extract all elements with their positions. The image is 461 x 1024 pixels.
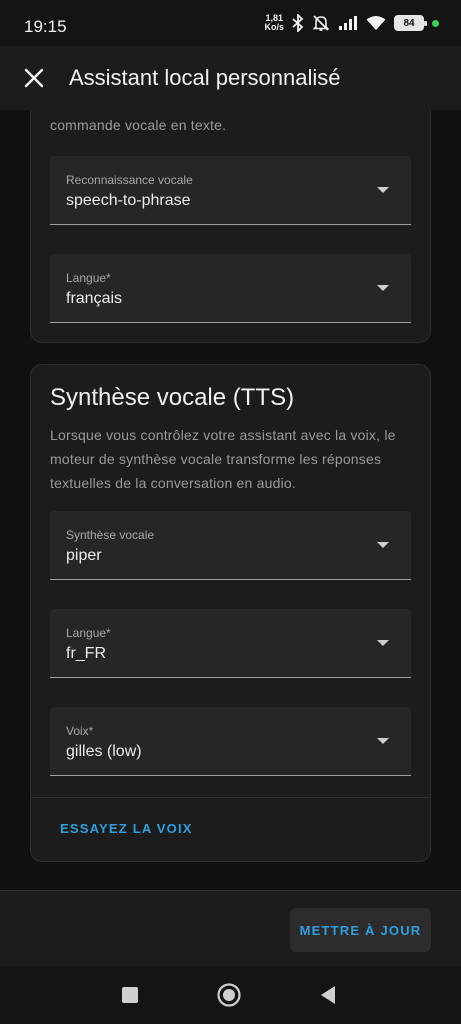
status-bar: 19:15 1,81 Ko/s 84 [0, 0, 461, 46]
silent-bell-icon [312, 15, 330, 31]
select-label: Langue* [66, 271, 111, 285]
tts-card: Synthèse vocale (TTS) Lorsque vous contr… [30, 364, 431, 862]
dropdown-arrow-icon [377, 187, 389, 193]
dialog-content[interactable]: commande vocale en texte. Reconnaissance… [0, 110, 461, 890]
select-value: fr_FR [66, 645, 106, 662]
system-nav-bar [0, 966, 461, 1024]
bluetooth-icon [292, 14, 304, 32]
page-title: Assistant local personnalisé [69, 65, 341, 90]
tts-card-title: Synthèse vocale (TTS) [50, 384, 295, 411]
dropdown-arrow-icon [377, 542, 389, 548]
select-label: Reconnaissance vocale [66, 173, 193, 187]
dropdown-arrow-icon [377, 738, 389, 744]
privacy-indicator-dot [432, 19, 439, 27]
close-icon[interactable] [20, 64, 48, 92]
update-button[interactable]: METTRE À JOUR [290, 908, 431, 952]
select-label: Voix* [66, 724, 94, 738]
network-speed: 1,81 Ko/s [264, 14, 284, 32]
select-value: gilles (low) [66, 743, 142, 760]
dropdown-arrow-icon [377, 640, 389, 646]
status-icons: 1,81 Ko/s 84 [264, 14, 439, 32]
stt-engine-select[interactable]: Reconnaissance vocale speech-to-phrase [50, 156, 411, 225]
back-icon[interactable] [316, 982, 342, 1008]
signal-icon [339, 16, 357, 30]
tts-engine-select[interactable]: Synthèse vocale piper [50, 511, 411, 580]
stt-description: commande vocale en texte. [50, 117, 227, 133]
tts-voice-select[interactable]: Voix* gilles (low) [50, 707, 411, 776]
tts-description: Lorsque vous contrôlez votre assistant a… [50, 427, 396, 491]
status-time: 19:15 [24, 17, 67, 36]
wifi-icon [366, 16, 386, 30]
app-bar: Assistant local personnalisé [0, 46, 461, 110]
network-speed-unit: Ko/s [264, 22, 284, 32]
select-label: Langue* [66, 626, 111, 640]
card-divider [31, 797, 430, 798]
try-voice-button[interactable]: ESSAYEZ LA VOIX [60, 821, 193, 836]
tts-language-select[interactable]: Langue* fr_FR [50, 609, 411, 678]
select-value: speech-to-phrase [66, 192, 191, 209]
battery-indicator: 84 [394, 15, 427, 31]
dropdown-arrow-icon [377, 285, 389, 291]
select-value: piper [66, 547, 102, 564]
select-label: Synthèse vocale [66, 528, 155, 542]
dialog-footer: METTRE À JOUR [0, 890, 461, 966]
stt-language-select[interactable]: Langue* français [50, 254, 411, 323]
recents-icon[interactable] [117, 982, 143, 1008]
stt-card: commande vocale en texte. Reconnaissance… [30, 110, 431, 343]
home-icon[interactable] [216, 982, 242, 1008]
select-value: français [66, 290, 123, 307]
